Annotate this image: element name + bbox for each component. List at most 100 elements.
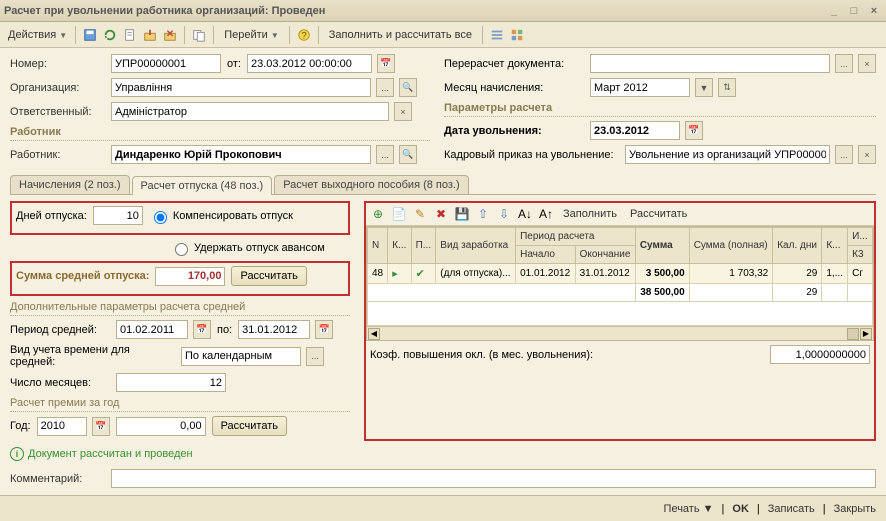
table-row[interactable]: 48 ▸ ✔ (для отпуска)... 01.01.2012 31.01… bbox=[368, 264, 873, 284]
document-icon[interactable] bbox=[122, 27, 138, 43]
extra-params-head: Дополнительные параметры расчета средней bbox=[10, 301, 350, 316]
period-from-picker[interactable]: 📅 bbox=[193, 320, 211, 339]
check-icon: ✔ bbox=[416, 268, 425, 280]
bonus-head: Расчет премии за год bbox=[10, 397, 350, 412]
main-toolbar: Действия ▼ Перейти ▼ ? Заполнить и рассч… bbox=[0, 22, 886, 48]
time-type-field[interactable] bbox=[181, 347, 301, 366]
order-clear-button[interactable]: × bbox=[858, 145, 876, 164]
time-type-select[interactable]: ... bbox=[306, 347, 324, 366]
employee-field[interactable] bbox=[111, 145, 371, 164]
recalc-select-button[interactable]: ... bbox=[835, 54, 853, 73]
calc-year-button[interactable]: Рассчитать bbox=[212, 416, 287, 436]
sort-asc-icon[interactable]: A↓ bbox=[517, 206, 533, 222]
actions-menu[interactable]: Действия ▼ bbox=[6, 29, 69, 41]
grid-calc-button[interactable]: Рассчитать bbox=[626, 208, 691, 220]
totals-row: 38 500,00 29 bbox=[368, 284, 873, 302]
number-field[interactable] bbox=[111, 54, 221, 73]
period-to-field[interactable] bbox=[238, 320, 310, 339]
info-message: i Документ рассчитан и проведен bbox=[10, 447, 876, 461]
year-sum-field[interactable] bbox=[116, 417, 206, 436]
ok-button[interactable]: OK bbox=[732, 503, 749, 515]
months-label: Число месяцев: bbox=[10, 377, 110, 389]
scroll-right-icon[interactable]: ▶ bbox=[860, 328, 872, 340]
org-open-button[interactable]: 🔍 bbox=[399, 78, 417, 97]
employee-section-head: Работник bbox=[10, 126, 430, 141]
minimize-button[interactable]: _ bbox=[826, 4, 842, 18]
scroll-thumb[interactable] bbox=[847, 328, 859, 340]
order-field[interactable] bbox=[625, 145, 830, 164]
org-field[interactable] bbox=[111, 78, 371, 97]
date-picker-button[interactable]: 📅 bbox=[377, 54, 395, 73]
comment-label: Комментарий: bbox=[10, 473, 105, 485]
list-icon[interactable] bbox=[489, 27, 505, 43]
org-select-button[interactable]: ... bbox=[376, 78, 394, 97]
resp-label: Ответственный: bbox=[10, 106, 105, 118]
tab-severance[interactable]: Расчет выходного пособия (8 поз.) bbox=[274, 175, 468, 194]
recalc-label: Перерасчет документа: bbox=[444, 58, 584, 70]
year-picker[interactable]: 📅 bbox=[92, 417, 110, 436]
window-title: Расчет при увольнении работника организа… bbox=[4, 5, 826, 17]
maximize-button[interactable]: □ bbox=[846, 4, 862, 18]
save-grid-icon[interactable]: 💾 bbox=[454, 206, 470, 222]
year-field[interactable] bbox=[37, 417, 87, 436]
period-label: Период средней: bbox=[10, 324, 110, 336]
period-to-picker[interactable]: 📅 bbox=[315, 320, 333, 339]
recalc-field[interactable] bbox=[590, 54, 830, 73]
add-icon[interactable]: ⊕ bbox=[370, 206, 386, 222]
month-dropdown-button[interactable]: ▼ bbox=[695, 78, 713, 97]
period-from-field[interactable] bbox=[116, 320, 188, 339]
help-icon[interactable]: ? bbox=[296, 27, 312, 43]
from-label: от: bbox=[227, 58, 241, 70]
close-button[interactable]: × bbox=[866, 4, 882, 18]
unpost-icon[interactable] bbox=[162, 27, 178, 43]
close-footer-button[interactable]: Закрыть bbox=[834, 503, 876, 515]
resp-field[interactable] bbox=[111, 102, 389, 121]
post-icon[interactable] bbox=[142, 27, 158, 43]
coef-field[interactable] bbox=[770, 345, 870, 364]
basis-icon[interactable] bbox=[191, 27, 207, 43]
comment-field[interactable] bbox=[111, 469, 876, 488]
tab-accruals[interactable]: Начисления (2 поз.) bbox=[10, 175, 130, 194]
month-field[interactable] bbox=[590, 78, 690, 97]
grid-toolbar: ⊕ 📄 ✎ ✖ 💾 ⇧ ⇩ A↓ A↑ Заполнить Рассчитать bbox=[366, 203, 874, 226]
order-select-button[interactable]: ... bbox=[835, 145, 853, 164]
tab-vacation[interactable]: Расчет отпуска (48 поз.) bbox=[132, 176, 273, 195]
avg-sum-label: Сумма средней отпуска: bbox=[16, 270, 149, 282]
save-button[interactable]: Записать bbox=[768, 503, 815, 515]
grid-scrollbar[interactable]: ◀ ▶ bbox=[367, 326, 873, 340]
print-button[interactable]: Печать ▼ bbox=[664, 503, 714, 515]
vacation-days-field[interactable] bbox=[93, 206, 143, 225]
calc-grid[interactable]: N К... П... Вид заработка Период расчета… bbox=[366, 226, 874, 341]
days-label: Дней отпуска: bbox=[16, 210, 87, 222]
calc-avg-button[interactable]: Рассчитать bbox=[231, 266, 306, 286]
employee-select-button[interactable]: ... bbox=[376, 145, 394, 164]
down-icon[interactable]: ⇩ bbox=[496, 206, 512, 222]
delete-icon[interactable]: ✖ bbox=[433, 206, 449, 222]
withhold-radio[interactable]: Удержать отпуск авансом bbox=[170, 240, 325, 256]
window-titlebar: Расчет при увольнении работника организа… bbox=[0, 0, 886, 22]
resp-clear-button[interactable]: × bbox=[394, 102, 412, 121]
month-spinner-button[interactable]: ⇅ bbox=[718, 78, 736, 97]
save-icon[interactable] bbox=[82, 27, 98, 43]
edit-icon[interactable]: ✎ bbox=[412, 206, 428, 222]
dismiss-date-picker-button[interactable]: 📅 bbox=[685, 121, 703, 140]
recalc-clear-button[interactable]: × bbox=[858, 54, 876, 73]
grid-icon[interactable] bbox=[509, 27, 525, 43]
compensate-radio[interactable]: Компенсировать отпуск bbox=[149, 208, 293, 224]
dismiss-date-label: Дата увольнения: bbox=[444, 125, 584, 137]
date-field[interactable] bbox=[247, 54, 372, 73]
months-field[interactable] bbox=[116, 373, 226, 392]
scroll-left-icon[interactable]: ◀ bbox=[368, 328, 380, 340]
copy-icon[interactable]: 📄 bbox=[391, 206, 407, 222]
avg-sum-field[interactable] bbox=[155, 267, 225, 286]
sort-desc-icon[interactable]: A↑ bbox=[538, 206, 554, 222]
employee-open-button[interactable]: 🔍 bbox=[399, 145, 417, 164]
info-icon: i bbox=[10, 447, 24, 461]
grid-fill-button[interactable]: Заполнить bbox=[559, 208, 621, 220]
refresh-icon[interactable] bbox=[102, 27, 118, 43]
dismiss-date-field[interactable] bbox=[590, 121, 680, 140]
params-section-head: Параметры расчета bbox=[444, 102, 876, 117]
up-icon[interactable]: ⇧ bbox=[475, 206, 491, 222]
goto-menu[interactable]: Перейти ▼ bbox=[220, 29, 283, 41]
fill-calc-all-button[interactable]: Заполнить и рассчитать все bbox=[325, 29, 476, 41]
